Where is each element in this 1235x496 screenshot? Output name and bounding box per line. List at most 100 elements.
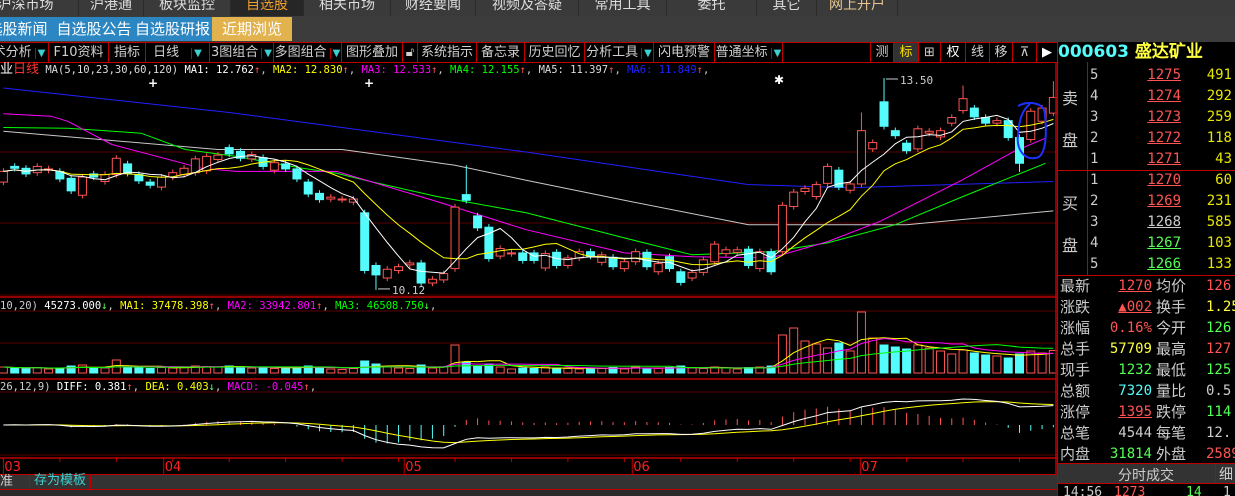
stat-label: 跌停: [1156, 403, 1187, 421]
ma-legend: 业日线 MA(5,10,23,30,60,120) MA1: 12.762↑, …: [0, 63, 709, 77]
candle-down: [224, 147, 234, 155]
candle-down: [981, 117, 991, 124]
candle-down: [608, 256, 618, 268]
stat-label: 最高: [1156, 340, 1187, 358]
candle-up: [687, 271, 697, 279]
level-number: 2: [1090, 193, 1099, 209]
legend-separator: ,: [430, 300, 437, 312]
candle-up: [156, 176, 166, 188]
stat-label: 最低: [1156, 361, 1187, 379]
ma-legend-item: MA4: 12.155: [450, 64, 520, 76]
period-label: 日线: [13, 62, 40, 77]
candle-up: [698, 259, 708, 273]
tick-time: 14:56: [1063, 485, 1103, 496]
stat-row: 总笔 4544 每笔 12.: [1058, 423, 1235, 444]
legend-separator: ,: [132, 381, 146, 393]
volume-bar-down: [518, 367, 528, 374]
stat-value: 127: [1206, 341, 1232, 357]
level-volume: 103: [1206, 235, 1232, 251]
stat-label: 换手: [1156, 298, 1187, 316]
star-marker-icon: ✱: [774, 73, 784, 87]
volume-bar-up: [348, 368, 358, 374]
macd-params: 26,12,9): [0, 381, 51, 393]
level-volume: 60: [1215, 172, 1232, 188]
candle-up: [506, 252, 516, 255]
level-price: 1271: [1147, 151, 1181, 167]
volume-legend-item: MA2: 33942.801: [227, 300, 317, 312]
candle-up: [732, 249, 742, 253]
sell-level-row[interactable]: 5 1275 491: [1088, 65, 1235, 86]
volume-bar-up: [935, 350, 945, 374]
level-volume: 491: [1206, 67, 1232, 83]
stat-value: 125: [1206, 362, 1232, 378]
volume-value: 45273.000: [44, 300, 102, 312]
candle-up: [439, 273, 449, 281]
level-price: 1268: [1147, 214, 1181, 230]
candle-down: [315, 192, 325, 201]
level-number: 5: [1090, 67, 1099, 83]
level-price: 1273: [1147, 109, 1181, 125]
volume-bar-up: [0, 366, 8, 374]
stock-name: 盛达矿业: [1134, 42, 1203, 62]
volume-legend: 10,20) 45273.000↓, MA1: 37478.398↑, MA2:…: [0, 300, 437, 312]
volume-bar-up: [653, 368, 663, 374]
buy-level-row[interactable]: 3 1268 585: [1088, 212, 1235, 233]
ma-legend-item: MA6: 11.849: [627, 64, 697, 76]
level-number: 1: [1090, 172, 1099, 188]
sell-level-row[interactable]: 1 1271 43: [1088, 149, 1235, 170]
dea-line: [3, 401, 1054, 444]
volume-bar-up: [77, 364, 87, 374]
ma-line-ma6: [3, 87, 1054, 189]
stat-value: 31814: [1109, 446, 1152, 462]
plus-marker-icon: +: [148, 76, 158, 90]
detail-tab[interactable]: 细: [1215, 464, 1235, 483]
candle-up: [77, 176, 87, 196]
volume-bar-up: [247, 367, 257, 374]
volume-params: 10,20): [0, 300, 38, 312]
sell-level-row[interactable]: 2 1272 118: [1088, 128, 1235, 149]
save-template-button[interactable]: 存为模板: [29, 474, 92, 489]
stat-value: 126: [1206, 320, 1232, 336]
stat-label: 均价: [1156, 277, 1187, 295]
volume-bar-up: [168, 367, 178, 374]
stat-label: 最新: [1060, 277, 1091, 295]
buy-level-row[interactable]: 1 1270 60: [1088, 170, 1235, 191]
sell-level-row[interactable]: 3 1273 259: [1088, 107, 1235, 128]
legend-separator: ,: [260, 64, 273, 76]
level-volume: 133: [1206, 256, 1232, 272]
volume-bar-up: [100, 367, 110, 374]
volume-bar-down: [371, 363, 381, 374]
volume-bar-up: [698, 368, 708, 374]
buy-level-row[interactable]: 4 1267 103: [1088, 233, 1235, 254]
side-label: 盘: [1062, 236, 1079, 255]
volume-bar-up: [958, 349, 968, 374]
level-volume: 118: [1206, 130, 1232, 146]
candle-down: [281, 163, 291, 170]
volume-bar-down: [21, 368, 31, 374]
candle-up: [811, 184, 821, 198]
candle-up: [913, 128, 923, 150]
buy-level-row[interactable]: 5 1266 133: [1088, 254, 1235, 275]
ma-legend-item: MA1: 12.762: [184, 64, 254, 76]
legend-separator: ,: [614, 64, 628, 76]
sell-level-row[interactable]: 4 1274 292: [1088, 86, 1235, 107]
volume-bar-down: [235, 366, 245, 374]
ma-legend-item: MA3: 12.533: [361, 64, 432, 76]
level-number: 2: [1090, 130, 1099, 146]
tick-header-title: 分时成交: [1118, 468, 1174, 484]
volume-bar-down: [902, 348, 912, 374]
volume-bar-down: [123, 366, 133, 374]
stat-value: 1395: [1118, 404, 1152, 420]
side-label: 买: [1062, 194, 1079, 213]
buy-level-row[interactable]: 2 1269 231: [1088, 191, 1235, 212]
candle-down: [902, 142, 912, 152]
candle-down: [145, 181, 155, 186]
stat-row: 最新 1270 均价 126: [1058, 276, 1235, 297]
stat-row: 涨幅 0.16% 今开 126: [1058, 318, 1235, 339]
candle-up: [947, 117, 957, 124]
volume-bar-down: [879, 344, 889, 374]
level-price: 1272: [1147, 130, 1181, 146]
candle-up: [845, 183, 855, 191]
volume-bar-down: [552, 367, 562, 374]
candle-up: [0, 170, 8, 183]
